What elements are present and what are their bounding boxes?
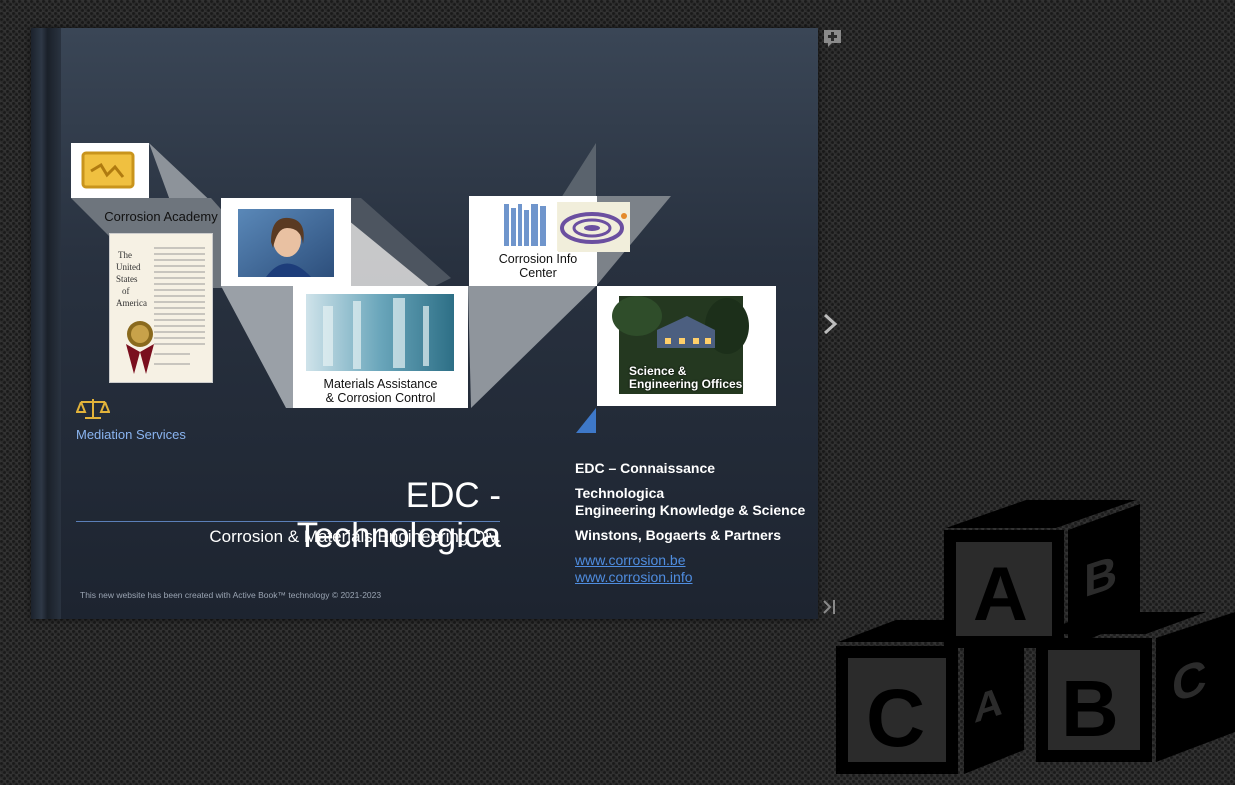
add-note-icon[interactable] [823, 29, 843, 47]
company-info: EDC – Connaissance Technologica Engineer… [575, 460, 805, 586]
certificate-seal-icon: The United States of America [116, 247, 205, 374]
active-book: Corrosion Academy The United States of A… [31, 28, 818, 619]
materials-assistance-tile[interactable]: Materials Assistance & Corrosion Control [293, 286, 468, 408]
chevron-right-icon[interactable] [820, 312, 840, 336]
block-letter-a: A [973, 552, 1028, 637]
patent-certificate-image[interactable]: The United States of America [109, 233, 213, 383]
website-link-be[interactable]: www.corrosion.be [575, 552, 805, 569]
svg-text:America: America [116, 298, 147, 308]
corrosion-academy-label[interactable]: Corrosion Academy [96, 210, 226, 224]
footer-note: This new website has been created with A… [80, 590, 382, 600]
info-line-partners: Winstons, Bogaerts & Partners [575, 527, 782, 543]
info-center-line2: Center [519, 266, 557, 280]
svg-text:The: The [118, 250, 132, 260]
info-center-line1: Corrosion Info [498, 252, 578, 266]
block-letter-c: C [866, 673, 925, 764]
scales-of-justice-icon[interactable] [76, 396, 110, 422]
mediation-services-link[interactable]: Mediation Services [76, 427, 186, 442]
svg-text:States: States [116, 274, 138, 284]
info-line-knowledge: Engineering Knowledge & Science [575, 502, 806, 518]
materials-assistance-line1: Materials Assistance [323, 377, 438, 391]
block-letter-a-side: A [974, 678, 1003, 732]
portrait-tile[interactable] [221, 198, 351, 286]
svg-text:United: United [116, 262, 141, 272]
title-rule [76, 521, 500, 522]
page-subtitle: Corrosion & Materials Engineering Div. [209, 527, 501, 546]
chart-sign-icon [81, 151, 135, 189]
science-offices-tile[interactable]: Science & Engineering Offices [597, 286, 776, 406]
portrait-image [238, 209, 334, 277]
academy-logo-tile[interactable] [71, 143, 149, 198]
info-line-connaissance: EDC – Connaissance [575, 460, 716, 476]
globe-logo-icon [558, 202, 630, 252]
block-letter-c-side: C [1172, 649, 1207, 714]
info-line-technologica: Technologica [575, 485, 665, 501]
science-offices-line2: Engineering Offices [629, 377, 743, 391]
website-link-info[interactable]: www.corrosion.info [575, 569, 805, 586]
block-letter-b-side: B [1084, 546, 1117, 608]
materials-assistance-line2: & Corrosion Control [325, 391, 436, 405]
svg-text:of: of [122, 286, 130, 296]
abc-blocks-icon: A C B B A C [836, 500, 1235, 774]
block-letter-b: B [1061, 664, 1119, 753]
